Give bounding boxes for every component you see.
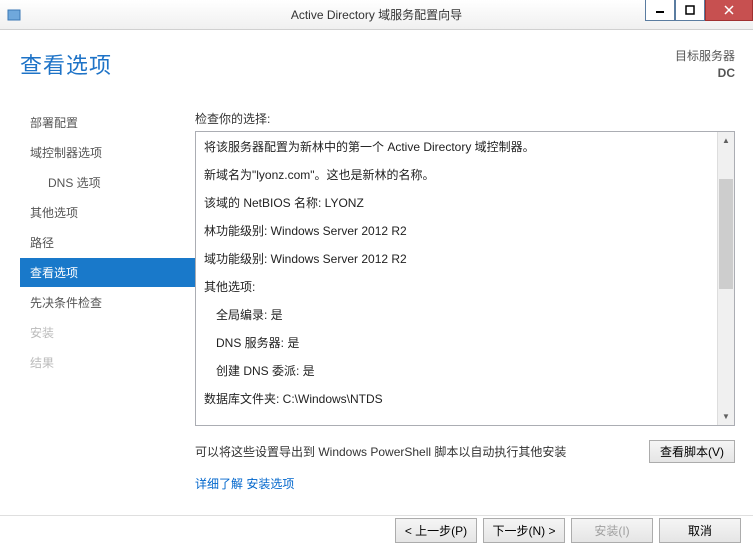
target-server: 目标服务器 DC [195, 48, 735, 82]
review-line: 林功能级别: Windows Server 2012 R2 [204, 222, 709, 240]
review-text[interactable]: 将该服务器配置为新林中的第一个 Active Directory 域控制器。 新… [196, 132, 717, 425]
nav-dc-options[interactable]: 域控制器选项 [20, 138, 195, 167]
review-line: 新域名为"lyonz.com"。这也是新林的名称。 [204, 166, 709, 184]
install-button: 安装(I) [571, 518, 653, 543]
scroll-thumb[interactable] [719, 179, 733, 289]
review-heading: 检查你的选择: [195, 110, 735, 127]
review-line: 数据库文件夹: C:\Windows\NTDS [204, 390, 709, 408]
sidebar: 查看选项 部署配置 域控制器选项 DNS 选项 其他选项 路径 查看选项 先决条… [0, 30, 195, 545]
window-title: Active Directory 域服务配置向导 [0, 6, 753, 23]
next-button[interactable]: 下一步(N) > [483, 518, 565, 543]
review-line: 创建 DNS 委派: 是 [204, 362, 709, 380]
review-line: 域功能级别: Windows Server 2012 R2 [204, 250, 709, 268]
nav-dns-options[interactable]: DNS 选项 [20, 168, 195, 197]
app-icon [0, 0, 28, 29]
page-title: 查看选项 [20, 48, 195, 80]
scroll-track[interactable] [718, 149, 734, 408]
minimize-button[interactable] [645, 0, 675, 21]
maximize-button[interactable] [675, 0, 705, 21]
view-script-button[interactable]: 查看脚本(V) [649, 440, 735, 463]
export-text: 可以将这些设置导出到 Windows PowerShell 脚本以自动执行其他安… [195, 443, 639, 460]
review-line: 其他选项: [204, 278, 709, 296]
nav-install: 安装 [20, 318, 195, 347]
nav-deploy-config[interactable]: 部署配置 [20, 108, 195, 137]
window-buttons [645, 0, 753, 29]
review-box: 将该服务器配置为新林中的第一个 Active Directory 域控制器。 新… [195, 131, 735, 426]
review-line: DNS 服务器: 是 [204, 334, 709, 352]
review-line: 全局编录: 是 [204, 306, 709, 324]
main-panel: 目标服务器 DC 检查你的选择: 将该服务器配置为新林中的第一个 Active … [195, 30, 753, 545]
export-row: 可以将这些设置导出到 Windows PowerShell 脚本以自动执行其他安… [195, 440, 735, 463]
cancel-button[interactable]: 取消 [659, 518, 741, 543]
scroll-down-icon[interactable]: ▼ [718, 408, 734, 425]
footer: < 上一步(P) 下一步(N) > 安装(I) 取消 [0, 515, 753, 545]
review-line: 将该服务器配置为新林中的第一个 Active Directory 域控制器。 [204, 138, 709, 156]
target-name: DC [195, 65, 735, 82]
nav-additional-options[interactable]: 其他选项 [20, 198, 195, 227]
prev-button[interactable]: < 上一步(P) [395, 518, 477, 543]
titlebar: Active Directory 域服务配置向导 [0, 0, 753, 30]
nav-prereq-check[interactable]: 先决条件检查 [20, 288, 195, 317]
nav-paths[interactable]: 路径 [20, 228, 195, 257]
target-label: 目标服务器 [195, 48, 735, 65]
nav-results: 结果 [20, 348, 195, 377]
scrollbar[interactable]: ▲ ▼ [717, 132, 734, 425]
scroll-up-icon[interactable]: ▲ [718, 132, 734, 149]
nav-review-options[interactable]: 查看选项 [20, 258, 195, 287]
learn-more-link[interactable]: 详细了解 安装选项 [195, 475, 735, 492]
review-line: 该域的 NetBIOS 名称: LYONZ [204, 194, 709, 212]
close-button[interactable] [705, 0, 753, 21]
